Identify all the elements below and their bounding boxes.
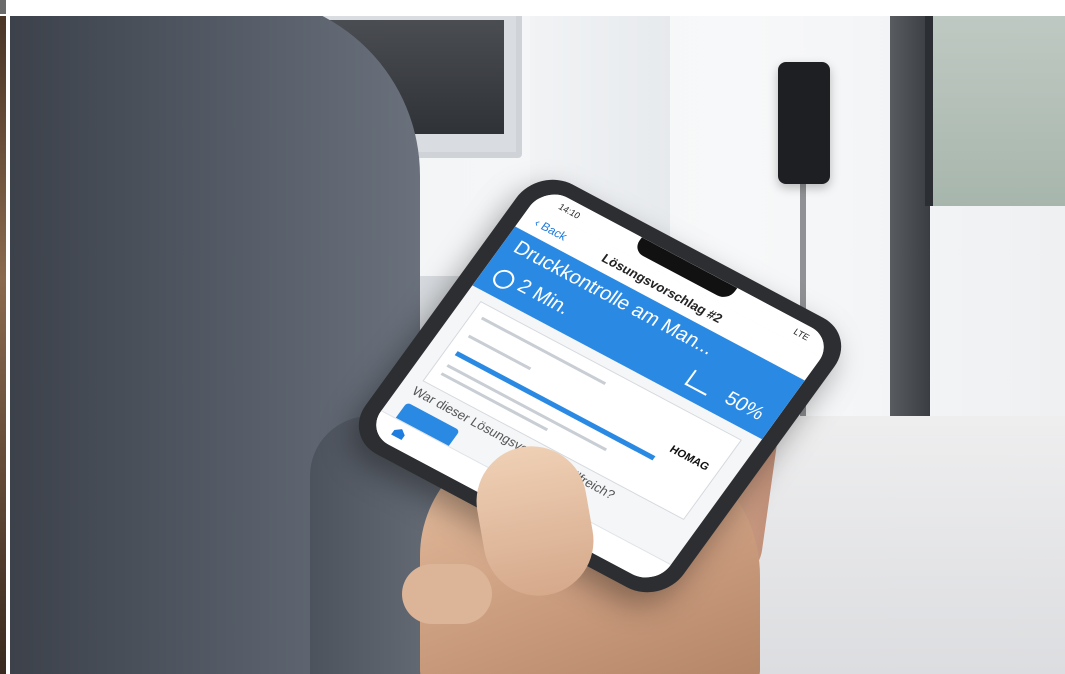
scene: 14:10 LTE ‹ Back Lösungsvorschlag #2 Dru…: [10, 16, 1065, 674]
status-time: 14:10: [556, 201, 583, 221]
homag-logo: HOMAG: [667, 443, 712, 474]
doc-highlight-bar: [454, 351, 656, 461]
left-strip: [0, 16, 6, 674]
fingertip: [402, 564, 492, 624]
status-network: LTE: [791, 326, 812, 343]
home-icon[interactable]: [391, 426, 408, 440]
dark-column: [890, 16, 930, 436]
banner-percent: 50%: [720, 387, 769, 425]
left-strip-top: [0, 0, 6, 14]
doc-line: [446, 364, 608, 452]
control-pendant: [778, 62, 830, 184]
window: [925, 16, 1065, 206]
clock-icon: [488, 266, 519, 293]
photo: 14:10 LTE ‹ Back Lösungsvorschlag #2 Dru…: [0, 0, 1065, 674]
chart-icon: [684, 369, 717, 396]
doc-line: [440, 372, 549, 432]
back-label: Back: [538, 219, 571, 244]
